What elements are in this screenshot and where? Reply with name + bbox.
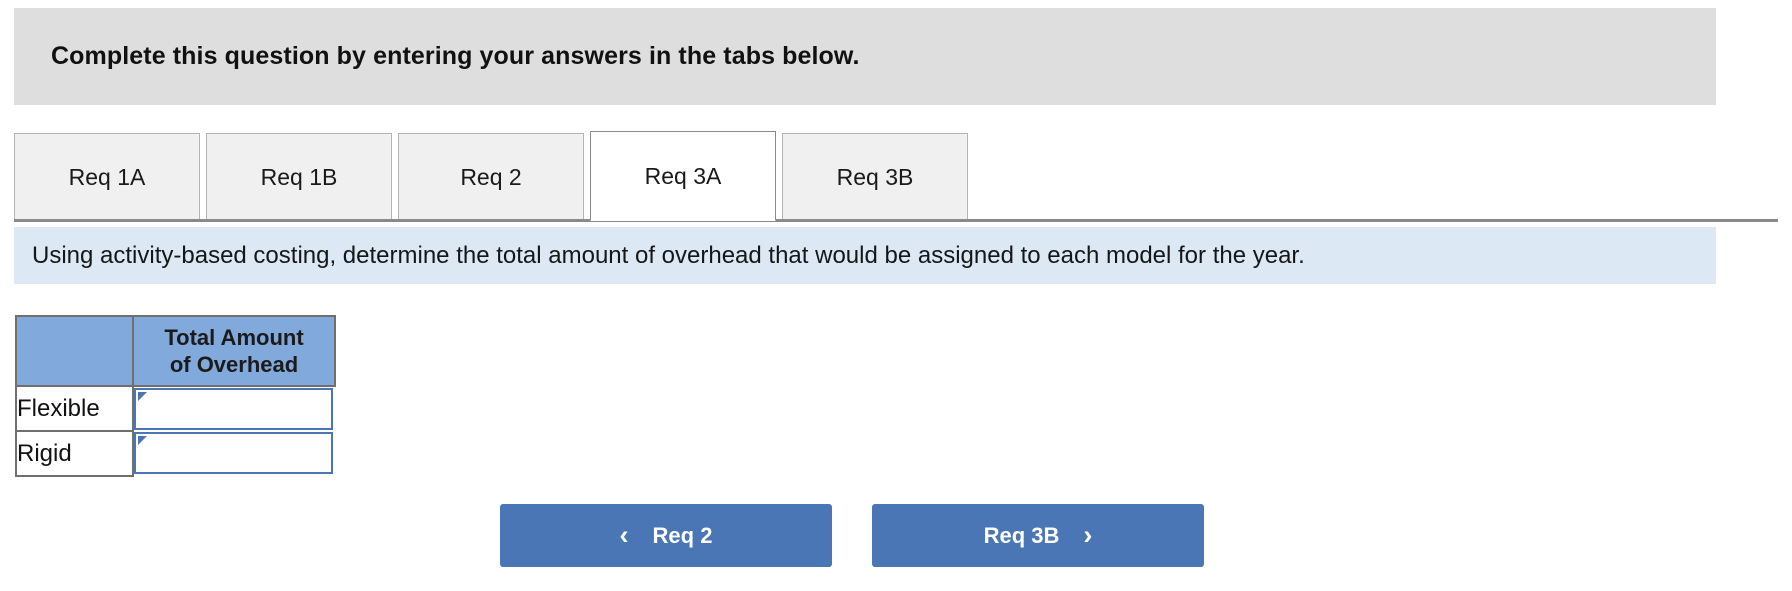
tab-strip: Req 1A Req 1B Req 2 Req 3A Req 3B — [14, 131, 1778, 222]
column-header-line-1: Total Amount — [164, 324, 304, 350]
column-header-line-2: of Overhead — [169, 352, 299, 377]
tab-label: Req 3A — [644, 162, 722, 189]
tab-req-3b[interactable]: Req 3B — [782, 133, 968, 221]
next-button-label: Req 3B — [983, 522, 1060, 548]
question-instruction-text: Using activity-based costing, determine … — [32, 241, 1305, 269]
column-header-total-overhead: Total Amount of Overhead — [132, 315, 336, 387]
table-row: Flexible — [15, 385, 335, 432]
row-label-flexible: Flexible — [15, 385, 134, 432]
tab-label: Req 1A — [68, 164, 146, 190]
table-header-row: Total Amount of Overhead — [15, 315, 336, 387]
answer-table-body: Flexible Rigid — [15, 385, 335, 477]
chevron-right-icon: › — [1083, 520, 1093, 550]
cell-marker-triangle-icon — [138, 436, 147, 454]
navigation-button-bar: ‹ Req 2 Req 3B › — [0, 504, 1792, 572]
tab-label: Req 2 — [460, 164, 522, 190]
table-row: Rigid — [15, 430, 335, 477]
chevron-left-icon: ‹ — [619, 520, 629, 550]
tab-list: Req 1A Req 1B Req 2 Req 3A Req 3B — [14, 131, 974, 221]
answer-table: Total Amount of Overhead Flexible Rigid — [15, 315, 336, 477]
input-rigid-overhead[interactable] — [134, 432, 333, 474]
input-flexible-overhead[interactable] — [134, 388, 333, 430]
answer-table-head: Total Amount of Overhead — [15, 315, 336, 387]
question-instruction-banner: Using activity-based costing, determine … — [14, 227, 1716, 284]
tab-req-1a[interactable]: Req 1A — [14, 133, 200, 221]
tab-label: Req 3B — [836, 164, 914, 190]
cell-marker-triangle-icon — [138, 392, 147, 410]
page-title: Complete this question by entering your … — [51, 42, 860, 70]
tab-req-1b[interactable]: Req 1B — [206, 133, 392, 221]
column-header-blank — [15, 315, 134, 387]
tab-req-3a[interactable]: Req 3A — [590, 131, 776, 221]
prev-button-label: Req 2 — [652, 522, 713, 548]
next-req-3b-button[interactable]: Req 3B › — [872, 504, 1204, 567]
tab-label: Req 1B — [260, 164, 338, 190]
tab-req-2[interactable]: Req 2 — [398, 133, 584, 221]
row-label-rigid: Rigid — [15, 430, 134, 477]
cell-flexible-overhead — [133, 386, 335, 431]
tab-strip-underline — [14, 219, 1778, 222]
instruction-header-banner: Complete this question by entering your … — [14, 8, 1716, 105]
cell-rigid-overhead — [133, 431, 335, 476]
prev-req-2-button[interactable]: ‹ Req 2 — [500, 504, 832, 567]
